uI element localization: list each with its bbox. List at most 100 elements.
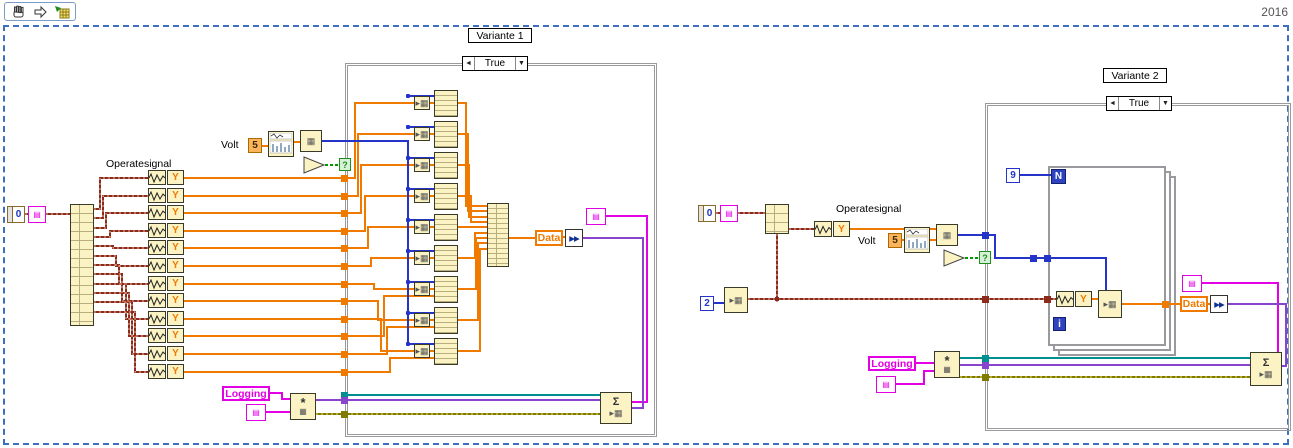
index-array-node[interactable]: ▸▦ xyxy=(724,287,748,313)
simulate-signal-node-1[interactable] xyxy=(268,131,294,157)
case2-selector-terminal[interactable]: ? xyxy=(979,251,991,264)
waveform-y-row[interactable]: Y xyxy=(814,221,850,237)
tunnel-cluster[interactable] xyxy=(1044,296,1051,303)
waveform-y-row[interactable]: Y xyxy=(148,258,184,273)
tunnel-error[interactable] xyxy=(341,411,348,418)
logging-label-2[interactable]: Logging xyxy=(868,356,916,371)
open-file-node-2[interactable]: * ▦ xyxy=(934,351,960,378)
case2-menu-icon[interactable]: ▼ xyxy=(1159,97,1171,110)
data-label-1[interactable]: Data xyxy=(535,230,563,246)
variante1-title[interactable]: Variante 1 xyxy=(468,28,532,43)
tunnel-error[interactable] xyxy=(982,374,989,381)
build-array-node-2[interactable]: ▦ xyxy=(936,224,958,246)
waveform-y-row[interactable]: Y xyxy=(148,240,184,255)
comparison-node-2[interactable] xyxy=(943,249,966,267)
case1-selector-terminal[interactable]: ? xyxy=(339,158,351,171)
waveform-y-row[interactable]: Y xyxy=(148,170,184,185)
build-array-big-node[interactable] xyxy=(487,203,509,267)
tunnel-orange[interactable] xyxy=(341,333,348,340)
y-terminal: Y xyxy=(167,346,184,361)
file-star-glyph: * xyxy=(944,352,950,368)
string-node-2[interactable]: ▤ xyxy=(586,208,606,225)
tunnel-orange[interactable] xyxy=(341,263,348,270)
insert-array-node-2[interactable]: ▸▦ xyxy=(1098,290,1122,318)
to-ddt-node-1[interactable]: ▶▶ xyxy=(565,229,583,247)
array-insert-group[interactable]: ▸▦ xyxy=(414,183,458,210)
simulate-signal-node-2[interactable] xyxy=(904,227,930,253)
tunnel-orange[interactable] xyxy=(341,316,348,323)
tunnel-orange[interactable] xyxy=(341,175,348,182)
loop-n-terminal[interactable]: N xyxy=(1051,169,1066,184)
string-node-3[interactable]: ▤ xyxy=(246,404,266,421)
init-constant-2[interactable]: 0 xyxy=(698,205,716,222)
logging-label-1[interactable]: Logging xyxy=(222,386,270,401)
waveform-y-row[interactable]: Y xyxy=(148,346,184,361)
tunnel-orange[interactable] xyxy=(341,193,348,200)
waveform-y-row[interactable]: Y xyxy=(148,293,184,308)
tunnel-orange[interactable] xyxy=(341,298,348,305)
array-insert-group[interactable]: ▸▦ xyxy=(414,276,458,303)
waveform-y-row[interactable]: Y xyxy=(148,223,184,238)
write-spreadsheet-node-1[interactable]: Σ ▸▦ xyxy=(600,392,632,424)
tunnel-teal[interactable] xyxy=(982,355,989,362)
tunnel-orange[interactable] xyxy=(341,228,348,235)
array-insert-group[interactable]: ▸▦ xyxy=(414,214,458,241)
junction-int[interactable] xyxy=(1030,255,1037,262)
case2-prev-icon[interactable]: ◄ xyxy=(1107,97,1119,110)
case1-selector[interactable]: ◄ True ▼ xyxy=(462,56,528,71)
waveform-y-row[interactable]: Y xyxy=(148,276,184,291)
navigate-arrow-icon[interactable] xyxy=(31,4,49,19)
tunnel-orange[interactable] xyxy=(341,245,348,252)
violet-wires[interactable] xyxy=(316,237,1287,409)
tunnel-int[interactable] xyxy=(1044,255,1051,262)
waveform-y-row[interactable]: Y xyxy=(148,205,184,220)
waveform-y-row[interactable]: Y xyxy=(1056,291,1092,307)
case2-selector[interactable]: ◄ True ▼ xyxy=(1106,96,1172,111)
tunnel-orange[interactable] xyxy=(341,281,348,288)
array-insert-group[interactable]: ▸▦ xyxy=(414,121,458,148)
array-insert-group[interactable]: ▸▦ xyxy=(414,90,458,117)
array-insert-group[interactable]: ▸▦ xyxy=(414,307,458,334)
init-constant-1[interactable]: 0 xyxy=(7,206,25,223)
string-node-6[interactable]: ▤ xyxy=(876,376,896,393)
string-node-5[interactable]: ▤ xyxy=(1182,275,1202,292)
tunnel-orange[interactable] xyxy=(341,369,348,376)
data-label-2[interactable]: Data xyxy=(1180,296,1208,312)
volt-constant-2[interactable]: 5 xyxy=(888,233,902,248)
waveform-y-row[interactable]: Y xyxy=(148,328,184,343)
array-insert-group[interactable]: ▸▦ xyxy=(414,338,458,365)
case2-value: True xyxy=(1128,98,1150,109)
case1-prev-icon[interactable]: ◄ xyxy=(463,57,475,70)
loop-count-constant[interactable]: 9 xyxy=(1006,168,1020,183)
waveform-y-row[interactable]: Y xyxy=(148,188,184,203)
array-insert-group[interactable]: ▸▦ xyxy=(414,245,458,272)
variante2-title[interactable]: Variante 2 xyxy=(1103,68,1167,83)
tunnel-orange[interactable] xyxy=(341,351,348,358)
volt-constant-1[interactable]: 5 xyxy=(248,138,262,153)
tunnel-int[interactable] xyxy=(982,232,989,239)
waveform-y-row[interactable]: Y xyxy=(148,311,184,326)
tunnel-cluster[interactable] xyxy=(982,296,989,303)
tunnel-violet[interactable] xyxy=(982,362,989,369)
case1-menu-icon[interactable]: ▼ xyxy=(515,57,527,70)
write-spreadsheet-node-2[interactable]: Σ ▸▦ xyxy=(1250,352,1282,386)
string-node-4[interactable]: ▤ xyxy=(720,205,738,222)
unbundle-node-2[interactable] xyxy=(765,204,789,234)
tunnel-orange[interactable] xyxy=(1162,301,1169,308)
dbl-wires[interactable] xyxy=(184,102,1210,373)
unbundle-node-1[interactable] xyxy=(70,204,94,326)
tunnel-orange[interactable] xyxy=(341,210,348,217)
step-debug-icon[interactable] xyxy=(53,4,71,19)
comparison-node-1[interactable] xyxy=(303,156,326,174)
waveform-y-row[interactable]: Y xyxy=(148,364,184,379)
index-constant[interactable]: 2 xyxy=(700,296,714,311)
build-array-node-1[interactable]: ▦ xyxy=(300,130,322,152)
waveform-icon xyxy=(148,276,166,291)
to-ddt-node-2[interactable]: ▶▶ xyxy=(1210,295,1228,313)
array-insert-group[interactable]: ▸▦ xyxy=(414,152,458,179)
tunnel-violet[interactable] xyxy=(341,397,348,404)
open-file-node-1[interactable]: * ▦ xyxy=(290,393,316,420)
loop-i-terminal[interactable]: i xyxy=(1053,317,1066,331)
scroll-hand-icon[interactable] xyxy=(9,4,27,19)
string-node-1[interactable]: ▤ xyxy=(28,206,46,223)
